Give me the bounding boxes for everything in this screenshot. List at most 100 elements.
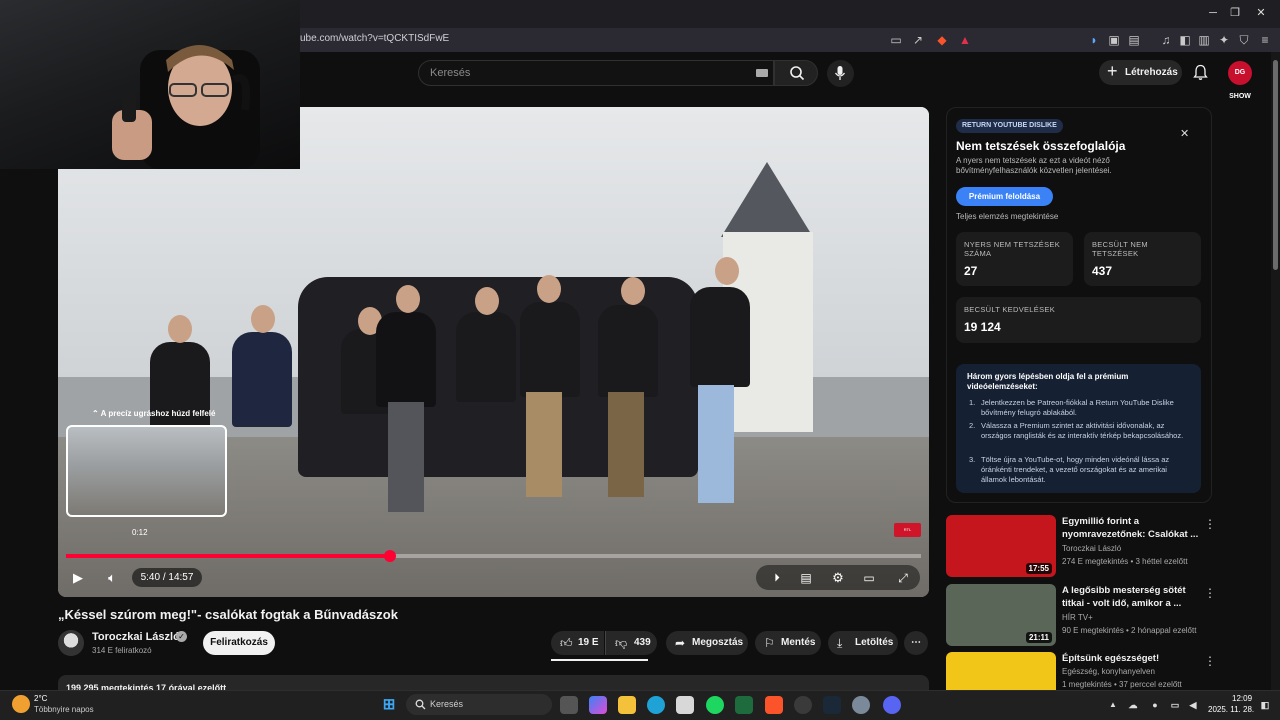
- settings-icon[interactable]: [852, 696, 870, 714]
- store-icon[interactable]: [676, 696, 694, 714]
- brave-icon[interactable]: [765, 696, 783, 714]
- cast-icon[interactable]: ▭: [888, 32, 904, 48]
- recommendation-channel[interactable]: Toroczkai László: [1062, 544, 1121, 553]
- weather-description[interactable]: Többnyire napos: [34, 705, 94, 714]
- dislike-button[interactable]: 👎︎ 439: [605, 631, 657, 655]
- menu-icon[interactable]: ≡: [1257, 32, 1273, 48]
- brave-shields-icon[interactable]: ◆: [934, 32, 950, 48]
- person-head: [537, 275, 561, 303]
- leo-ai-icon[interactable]: ✦: [1216, 32, 1232, 48]
- unlock-premium-button[interactable]: Prémium feloldása: [956, 187, 1053, 206]
- time-display: 5:40 / 14:57: [132, 568, 202, 587]
- extension-2-icon[interactable]: ▣: [1106, 32, 1122, 48]
- search-input[interactable]: Keresés: [418, 60, 774, 86]
- step-item: 1. Jelentkezzen be Patreon-fiókkal a Retu…: [969, 398, 1174, 417]
- voice-search-button[interactable]: [827, 60, 854, 87]
- recommendation-title[interactable]: A legősibb mesterség sötét titkai - volt…: [1062, 584, 1202, 610]
- video-player[interactable]: ⌃ A precíz ugráshoz húzd felfelé 0:12 RT…: [58, 107, 929, 597]
- display-icon[interactable]: ▭: [1166, 696, 1184, 714]
- microphone-tray-icon[interactable]: ●: [1146, 696, 1164, 714]
- speaker-icon[interactable]: ◀: [1184, 696, 1202, 714]
- more-options-icon[interactable]: ⋮: [1204, 586, 1216, 600]
- url-text[interactable]: ube.com/watch?v=tQCKTISdFwE: [300, 33, 449, 44]
- brave-rewards-icon[interactable]: ▲: [957, 32, 973, 48]
- notifications-bell-icon[interactable]: [1192, 64, 1209, 81]
- close-icon[interactable]: ✕: [1254, 6, 1268, 20]
- sidebar-icon[interactable]: ◧: [1177, 32, 1193, 48]
- person: [456, 312, 516, 402]
- file-explorer-icon[interactable]: [618, 696, 636, 714]
- person-legs: [388, 402, 424, 512]
- create-button[interactable]: Létrehozás: [1099, 59, 1182, 85]
- scrollbar-thumb[interactable]: [1273, 60, 1278, 270]
- spotify-icon[interactable]: [706, 696, 724, 714]
- copilot-icon[interactable]: [589, 696, 607, 714]
- seek-bar-handle[interactable]: [384, 550, 397, 562]
- taskbar-search-label: Keresés: [430, 699, 464, 709]
- wallet-icon[interactable]: ▥: [1196, 32, 1212, 48]
- search-button[interactable]: [774, 60, 818, 86]
- discord-icon[interactable]: [883, 696, 901, 714]
- recommendation-channel[interactable]: Egészség, konyhanyelven: [1062, 667, 1155, 676]
- recommendation-item[interactable]: 17:55 Egymillió forint a nyomravezetőnek…: [946, 515, 1216, 579]
- tray-chevron-icon[interactable]: ▲: [1104, 696, 1122, 714]
- restore-icon[interactable]: ❐: [1228, 6, 1242, 20]
- excel-icon[interactable]: [735, 696, 753, 714]
- fullscreen-icon[interactable]: ⤢: [892, 567, 914, 589]
- ryd-badge: RETURN YOUTUBE DISLIKE: [956, 119, 1063, 133]
- autoplay-toggle-icon[interactable]: ⏵: [766, 567, 788, 589]
- recommendation-thumbnail[interactable]: 21:11: [946, 584, 1056, 646]
- download-button[interactable]: ⤓ Letöltés: [828, 631, 898, 655]
- more-options-icon[interactable]: ⋮: [1204, 654, 1216, 668]
- channel-avatar[interactable]: [58, 630, 84, 656]
- recommendation-item[interactable]: 21:11 A legősibb mesterség sötét titkai …: [946, 584, 1216, 648]
- more-options-icon[interactable]: ⋮: [1204, 517, 1216, 531]
- full-analysis-link[interactable]: Teljes elemzés megtekintése: [956, 212, 1058, 221]
- account-avatar[interactable]: DG SHOW: [1228, 61, 1252, 100]
- windows-start-icon[interactable]: ⊞: [380, 696, 398, 714]
- music-icon[interactable]: ♫: [1158, 32, 1174, 48]
- extension-3-icon[interactable]: ▤: [1126, 32, 1142, 48]
- more-actions-icon[interactable]: ⋯: [904, 631, 928, 655]
- weather-temperature[interactable]: 2°C: [34, 694, 47, 703]
- recommendation-meta: 90 E megtekintés • 2 hónappal ezelőtt: [1062, 626, 1197, 635]
- subtitles-icon[interactable]: ▤: [795, 567, 817, 589]
- recommendation-channel[interactable]: HÍR TV+: [1062, 613, 1093, 622]
- app-icon[interactable]: [794, 696, 812, 714]
- volume-icon[interactable]: 🔈︎: [101, 567, 123, 589]
- play-icon[interactable]: ▶: [67, 567, 89, 589]
- miniplayer-icon[interactable]: ▭: [858, 567, 880, 589]
- task-view-icon[interactable]: [560, 696, 578, 714]
- estimated-dislikes-value: 437: [1092, 264, 1113, 278]
- share-button[interactable]: ➦ Megosztás: [666, 631, 748, 655]
- minimize-icon[interactable]: ─: [1206, 6, 1220, 20]
- taskbar-date[interactable]: 2025. 11. 28.: [1208, 705, 1254, 714]
- notification-icon[interactable]: ◧: [1256, 696, 1274, 714]
- recommendation-thumbnail[interactable]: [946, 652, 1056, 690]
- recommendation-thumbnail[interactable]: 17:55: [946, 515, 1056, 577]
- person: [376, 312, 436, 407]
- steam-icon[interactable]: [823, 696, 841, 714]
- share-page-icon[interactable]: ↗: [910, 32, 926, 48]
- channel-name[interactable]: Toroczkai László: [92, 631, 180, 643]
- taskbar-search[interactable]: Keresés: [406, 694, 552, 715]
- step-item: 2. Válassza a Premium szintet az aktivitá…: [969, 421, 1184, 440]
- vpn-icon[interactable]: ⛉: [1236, 32, 1252, 48]
- taskbar-time[interactable]: 12:09: [1232, 694, 1252, 703]
- weather-icon[interactable]: [12, 695, 30, 713]
- settings-gear-icon[interactable]: ⚙: [827, 567, 849, 589]
- extension-icon[interactable]: ◗: [1086, 32, 1102, 48]
- person-head: [715, 257, 739, 285]
- subscribe-button[interactable]: Feliratkozás: [203, 631, 275, 655]
- recommendation-title[interactable]: Egymillió forint a nyomravezetőnek: Csal…: [1062, 515, 1202, 541]
- like-button[interactable]: 👍︎ 19 E: [551, 631, 604, 655]
- save-button[interactable]: ⚐ Mentés: [755, 631, 821, 655]
- cloud-icon[interactable]: ☁: [1124, 696, 1142, 714]
- thumbs-down-icon: 👎︎: [615, 636, 628, 650]
- recommendation-item[interactable]: Építsünk egészséget! Egészség, konyhanye…: [946, 652, 1216, 690]
- edge-icon[interactable]: [647, 696, 665, 714]
- microphone-icon: [834, 66, 846, 80]
- close-icon[interactable]: ✕: [1180, 127, 1189, 140]
- recommendation-title[interactable]: Építsünk egészséget!: [1062, 652, 1202, 665]
- keyboard-icon[interactable]: [756, 69, 768, 77]
